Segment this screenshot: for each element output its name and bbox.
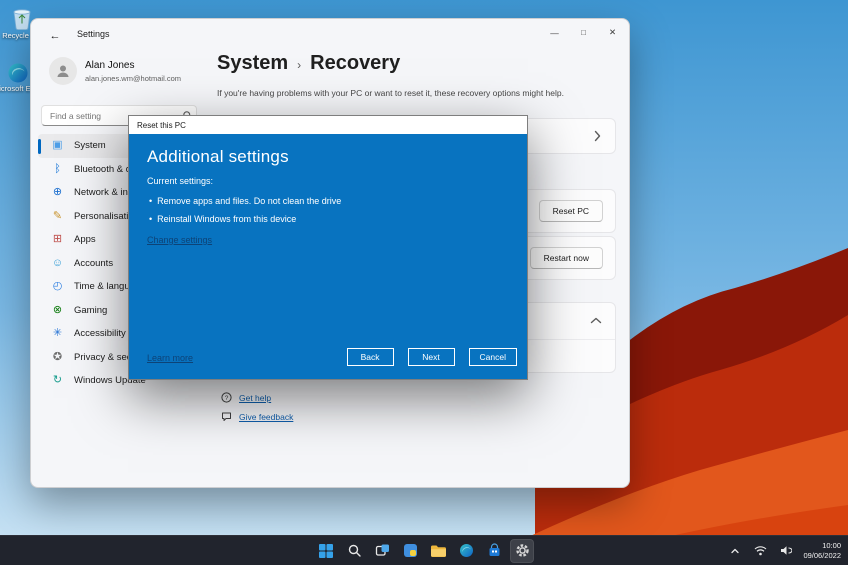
cancel-dialog-button[interactable]: Cancel — [469, 348, 517, 366]
back-button[interactable]: ← — [43, 26, 67, 46]
edge-button[interactable] — [454, 539, 478, 563]
task-view-icon — [375, 543, 390, 558]
window-controls: — □ ✕ — [540, 20, 627, 45]
system-icon: ▣ — [51, 140, 64, 151]
person-icon — [55, 63, 71, 79]
sidebar-item-label: Gaming — [74, 305, 107, 316]
settings-app-button[interactable] — [510, 539, 534, 563]
chevron-right-icon: › — [297, 58, 301, 72]
breadcrumb: System › Recovery — [217, 52, 400, 75]
svg-text:?: ? — [225, 395, 229, 402]
accessibility-icon: ✳ — [51, 328, 64, 339]
file-explorer-button[interactable] — [426, 539, 450, 563]
taskbar-clock[interactable]: 10:00 09/06/2022 — [803, 541, 841, 560]
reset-this-pc-dialog: Reset this PC Additional settings Curren… — [128, 115, 528, 380]
taskbar: 10:00 09/06/2022 — [0, 535, 848, 565]
volume-tray-button[interactable] — [777, 541, 795, 561]
setting-bullet: Reinstall Windows from this device — [147, 210, 509, 228]
widgets-button[interactable] — [398, 539, 422, 563]
taskbar-apps — [314, 539, 534, 563]
accounts-icon: ☺ — [51, 258, 64, 269]
setting-bullet: Remove apps and files. Do not clean the … — [147, 192, 509, 210]
dialog-buttons: Back Next Cancel — [347, 348, 517, 366]
wifi-icon — [754, 545, 767, 556]
window-title: Settings — [77, 29, 110, 39]
feedback-icon — [221, 411, 232, 422]
dialog-title: Reset this PC — [129, 116, 527, 134]
next-dialog-button[interactable]: Next — [408, 348, 455, 366]
sidebar-item-label: Apps — [74, 234, 96, 245]
edge-icon — [7, 62, 29, 84]
system-tray: 10:00 09/06/2022 — [727, 536, 841, 565]
globe-icon: ⊕ — [51, 187, 64, 198]
page-title: Recovery — [310, 52, 400, 75]
close-button[interactable]: ✕ — [598, 20, 627, 45]
sidebar-item-label: Accounts — [74, 258, 113, 269]
dialog-body: Additional settings Current settings: Re… — [129, 134, 527, 379]
sidebar-item-label: Accessibility — [74, 328, 126, 339]
get-help-label: Get help — [239, 393, 271, 403]
clock-time: 10:00 — [803, 541, 841, 551]
brush-icon: ✎ — [51, 211, 64, 222]
windows-logo-icon — [318, 543, 334, 559]
gamepad-icon: ⊗ — [51, 305, 64, 316]
restart-now-button[interactable]: Restart now — [530, 247, 603, 269]
current-settings-label: Current settings: — [147, 176, 509, 186]
clock-date: 09/06/2022 — [803, 551, 841, 561]
volume-icon — [780, 545, 792, 556]
desktop: Recycle Bin Microsoft Edge ← Settings — … — [0, 0, 848, 565]
edge-icon — [459, 543, 474, 558]
user-email: alan.jones.wm@hotmail.com — [85, 74, 181, 83]
update-icon: ↻ — [51, 375, 64, 386]
learn-more-link[interactable]: Learn more — [147, 353, 193, 363]
task-view-button[interactable] — [370, 539, 394, 563]
give-feedback-label: Give feedback — [239, 412, 293, 422]
clock-icon: ◴ — [51, 281, 64, 292]
store-bag-icon — [487, 543, 502, 558]
chevron-up-icon — [730, 546, 740, 556]
chevron-right-icon — [594, 130, 601, 142]
network-tray-button[interactable] — [751, 541, 769, 561]
user-name: Alan Jones — [85, 60, 134, 71]
folder-icon — [430, 544, 446, 558]
start-button[interactable] — [314, 539, 338, 563]
breadcrumb-root[interactable]: System — [217, 52, 288, 75]
widgets-icon — [403, 543, 418, 558]
change-settings-link[interactable]: Change settings — [147, 235, 212, 245]
reset-pc-button[interactable]: Reset PC — [539, 200, 603, 222]
back-dialog-button[interactable]: Back — [347, 348, 394, 366]
give-feedback-link[interactable]: Give feedback — [221, 411, 293, 422]
store-button[interactable] — [482, 539, 506, 563]
search-icon — [347, 543, 362, 558]
help-icon: ? — [221, 392, 232, 403]
minimize-button[interactable]: — — [540, 20, 569, 45]
sidebar-item-label: System — [74, 140, 106, 151]
shield-icon: ✪ — [51, 352, 64, 363]
taskbar-search-button[interactable] — [342, 539, 366, 563]
chevron-up-icon — [590, 317, 602, 324]
maximize-button[interactable]: □ — [569, 20, 598, 45]
avatar[interactable] — [49, 57, 77, 85]
tray-chevron-button[interactable] — [727, 541, 743, 561]
apps-grid-icon: ⊞ — [51, 234, 64, 245]
bluetooth-icon: ᛒ — [51, 164, 64, 175]
page-description: If you're having problems with your PC o… — [217, 88, 609, 98]
gear-icon — [515, 543, 530, 558]
get-help-link[interactable]: ? Get help — [221, 392, 271, 403]
dialog-heading: Additional settings — [147, 147, 509, 167]
